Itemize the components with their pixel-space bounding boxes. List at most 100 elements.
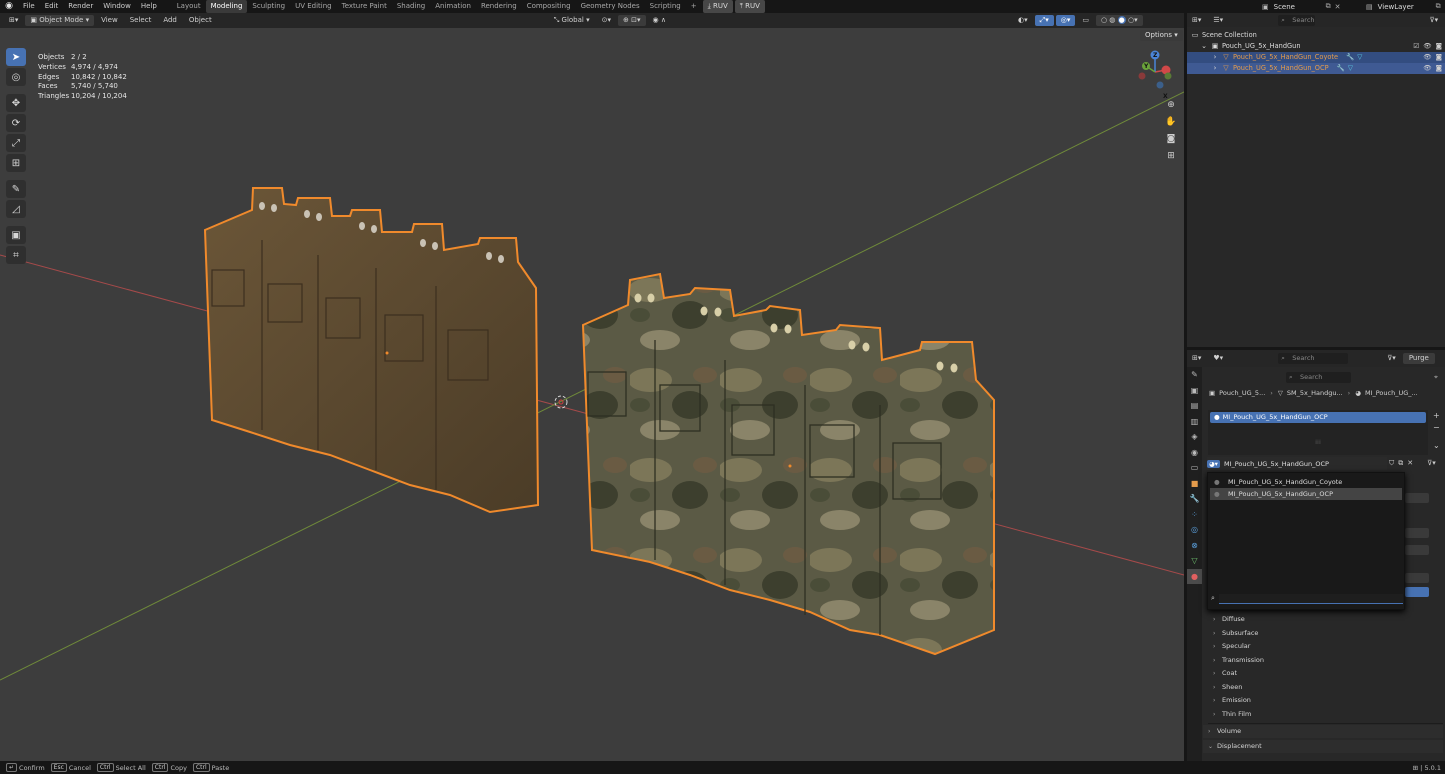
- menu-select[interactable]: Select: [125, 15, 157, 26]
- menu-help[interactable]: Help: [136, 0, 162, 13]
- modifier-wrench-icon[interactable]: 🔧: [1346, 52, 1354, 63]
- tab-sculpting[interactable]: Sculpting: [247, 0, 290, 13]
- checkbox-icon[interactable]: ☑: [1413, 41, 1419, 52]
- camera-icon[interactable]: ◙: [1163, 131, 1179, 147]
- eye-icon[interactable]: 👁: [1423, 52, 1431, 63]
- object-tab-icon[interactable]: ■: [1187, 476, 1202, 492]
- tab-texture-paint[interactable]: Texture Paint: [337, 0, 392, 13]
- tab-scripting[interactable]: Scripting: [645, 0, 686, 13]
- editor-type-icon[interactable]: ⊞▾: [1187, 15, 1206, 26]
- gizmo-toggle[interactable]: ⤢▾: [1034, 15, 1054, 26]
- scene-selector[interactable]: ▣ Scene ⧉ ✕: [1262, 0, 1341, 13]
- duplicate-icon[interactable]: ⧉: [1398, 459, 1403, 468]
- pivot-dropdown[interactable]: ⊙▾: [597, 15, 616, 26]
- collection-tab-icon[interactable]: ▭: [1187, 460, 1202, 476]
- view-layer-tab-icon[interactable]: ▥: [1187, 414, 1202, 430]
- unlink-close-icon[interactable]: ✕: [1407, 459, 1413, 468]
- filter-icon[interactable]: ⊽▾: [1425, 15, 1444, 26]
- scene-collection-row[interactable]: ▭ Scene Collection: [1187, 30, 1445, 41]
- constraints-tab-icon[interactable]: ⊗: [1187, 538, 1202, 554]
- mesh-data-icon[interactable]: ▽: [1357, 52, 1362, 63]
- xray-toggle[interactable]: ▭: [1077, 15, 1094, 26]
- menu-add[interactable]: Add: [158, 15, 182, 26]
- pin-icon[interactable]: ⌖: [1434, 373, 1438, 382]
- annotate-tool-icon[interactable]: ✎: [6, 180, 26, 198]
- material-tab-icon[interactable]: ●: [1187, 568, 1202, 584]
- particles-tab-icon[interactable]: ⁘: [1187, 507, 1202, 523]
- menu-file[interactable]: File: [18, 0, 40, 13]
- menu-object[interactable]: Object: [184, 15, 217, 26]
- outliner-item-ocp[interactable]: › ▽ Pouch_UG_5x_HandGun_OCP 🔧 ▽ 👁 ◙: [1187, 63, 1445, 74]
- select-tool-icon[interactable]: ➤: [6, 48, 26, 66]
- tab-shading[interactable]: Shading: [392, 0, 430, 13]
- collection-row[interactable]: ⌄ ▣ Pouch_UG_5x_HandGun ☑ 👁 ◙: [1187, 41, 1445, 52]
- menu-render[interactable]: Render: [63, 0, 98, 13]
- link-dropdown-icon[interactable]: ⊽▾: [1427, 459, 1436, 468]
- menu-window[interactable]: Window: [98, 0, 136, 13]
- remove-slot-button[interactable]: −: [1433, 422, 1443, 434]
- panel-displacement[interactable]: ⌄ Displacement: [1203, 739, 1443, 753]
- transform-tool-icon[interactable]: ⊞: [6, 154, 26, 172]
- camera-icon[interactable]: ◙: [1436, 63, 1442, 74]
- properties-search-input[interactable]: ⌕ Search: [1278, 353, 1349, 364]
- dropdown-item-coyote[interactable]: ● MI_Pouch_UG_5x_HandGun_Coyote: [1208, 476, 1404, 488]
- snap-toggle[interactable]: ⊕ ⊡▾: [618, 15, 646, 26]
- scale-tool-icon[interactable]: ⤢: [6, 134, 26, 152]
- panel-emission[interactable]: › Emission: [1208, 694, 1438, 708]
- tab-animation[interactable]: Animation: [430, 0, 476, 13]
- material-slot-list[interactable]: ● MI_Pouch_UG_5x_HandGun_OCP ⁞⁞⁞: [1208, 410, 1428, 455]
- viewlayer-selector[interactable]: ▤ ViewLayer ⧉ ✕: [1366, 0, 1445, 13]
- copy-viewlayer-icon[interactable]: ⧉: [1436, 2, 1441, 11]
- material-name-field[interactable]: MI_Pouch_UG_5x_HandGun_OCP: [1224, 460, 1329, 468]
- purge-button[interactable]: Purge: [1402, 353, 1435, 364]
- tab-layout[interactable]: Layout: [172, 0, 206, 13]
- panel-volume[interactable]: › Volume: [1203, 724, 1443, 738]
- editor-type-icon[interactable]: ⊞▾: [4, 15, 23, 26]
- ruv-button-2[interactable]: ⤒ RUV: [734, 0, 765, 13]
- chevron-right-icon[interactable]: ›: [1211, 52, 1219, 63]
- copy-scene-icon[interactable]: ⧉: [1326, 2, 1331, 11]
- move-tool-icon[interactable]: ✥: [6, 94, 26, 112]
- gizmo-y-label[interactable]: Y: [1144, 63, 1148, 70]
- panel-transmission[interactable]: › Transmission: [1208, 654, 1438, 668]
- chevron-right-icon[interactable]: ›: [1211, 63, 1219, 74]
- editor-type-icon[interactable]: ⊞▾: [1187, 353, 1206, 364]
- world-tab-icon[interactable]: ◉: [1187, 445, 1202, 461]
- menu-view[interactable]: View: [96, 15, 123, 26]
- material-slot-item[interactable]: ● MI_Pouch_UG_5x_HandGun_OCP: [1210, 412, 1426, 423]
- zoom-icon[interactable]: ⊕: [1163, 97, 1179, 113]
- mesh-data-icon[interactable]: ▽: [1348, 63, 1353, 74]
- modifier-wrench-icon[interactable]: 🔧: [1337, 63, 1345, 74]
- add-cube-tool-icon[interactable]: ▣: [6, 226, 26, 244]
- cursor-tool-icon[interactable]: ◎: [6, 68, 26, 86]
- filter-icon[interactable]: ⊽▾: [1382, 353, 1401, 364]
- gizmo-z-label[interactable]: Z: [1153, 52, 1157, 59]
- grid-view-icon[interactable]: ⊞: [1163, 148, 1179, 164]
- proportional-edit-toggle[interactable]: ◉ ∧: [648, 15, 671, 26]
- 3d-viewport[interactable]: X Z Y: [0, 28, 1184, 761]
- tab-uv-editing[interactable]: UV Editing: [290, 0, 337, 13]
- tab-geometry-nodes[interactable]: Geometry Nodes: [576, 0, 645, 13]
- tool-tab-icon[interactable]: ✎: [1187, 367, 1202, 383]
- panel-diffuse[interactable]: › Diffuse: [1208, 613, 1438, 627]
- add-slot-button[interactable]: +: [1433, 410, 1443, 422]
- eye-icon[interactable]: 👁: [1423, 63, 1431, 74]
- add-workspace-button[interactable]: +: [686, 0, 702, 13]
- physics-tab-icon[interactable]: ◎: [1187, 522, 1202, 538]
- close-icon[interactable]: ✕: [1335, 3, 1341, 11]
- menu-edit[interactable]: Edit: [40, 0, 64, 13]
- fake-user-shield-icon[interactable]: ⛉: [1389, 459, 1394, 468]
- modifier-tab-icon[interactable]: 🔧: [1187, 491, 1202, 507]
- panel-sheen[interactable]: › Sheen: [1208, 681, 1438, 695]
- pan-hand-icon[interactable]: ✋: [1163, 114, 1179, 130]
- dropdown-item-ocp[interactable]: ● MI_Pouch_UG_5x_HandGun_OCP: [1210, 488, 1402, 500]
- panel-specular[interactable]: › Specular: [1208, 640, 1438, 654]
- slot-menu-icon[interactable]: ⌄: [1433, 440, 1443, 452]
- camera-icon[interactable]: ◙: [1436, 41, 1442, 52]
- output-tab-icon[interactable]: ▤: [1187, 398, 1202, 414]
- outliner-search-input[interactable]: ⌕ Search: [1278, 14, 1315, 26]
- measure-tool-icon[interactable]: ◿: [6, 200, 26, 218]
- ruv-button-1[interactable]: ⤓ RUV: [702, 0, 733, 13]
- visibility-icon[interactable]: ◐▾: [1013, 15, 1033, 26]
- material-browse-field[interactable]: ◕▾ MI_Pouch_UG_5x_HandGun_OCP: [1207, 457, 1387, 470]
